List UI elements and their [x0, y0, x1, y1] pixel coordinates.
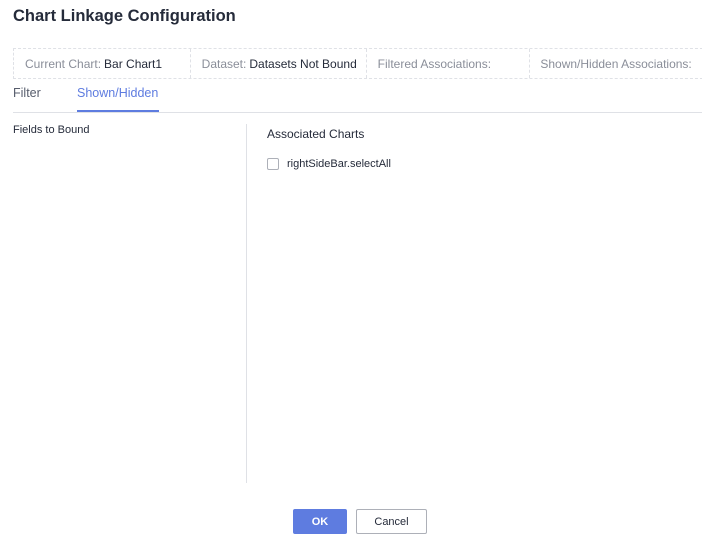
filtered-associations-info: Filtered Associations: [365, 49, 530, 78]
dataset-value: Datasets Not Bound [249, 56, 357, 71]
active-tab-indicator [77, 110, 159, 112]
pane-divider [246, 124, 247, 483]
current-chart-value: Bar Chart1 [104, 56, 163, 71]
ok-button[interactable]: OK [293, 509, 347, 534]
tab-shown-hidden[interactable]: Shown/Hidden [77, 86, 158, 100]
tab-bar: Filter Shown/Hidden [13, 80, 702, 113]
chart-info-bar: Current Chart: Bar Chart1 Dataset: Datas… [13, 48, 702, 79]
shown-hidden-associations-label: Shown/Hidden Associations: [540, 56, 692, 71]
dataset-label: Dataset: [201, 56, 247, 71]
filtered-associations-label: Filtered Associations: [377, 56, 492, 71]
checkbox-icon[interactable] [267, 158, 279, 170]
associated-chart-item[interactable]: rightSideBar.selectAll [267, 158, 391, 170]
shown-hidden-associations-info: Shown/Hidden Associations: [529, 49, 702, 78]
tab-filter[interactable]: Filter [13, 86, 41, 100]
dataset-info: Dataset: Datasets Not Bound [189, 49, 366, 78]
current-chart-label: Current Chart: [25, 56, 102, 71]
fields-to-bound-title: Fields to Bound [13, 124, 90, 136]
associated-chart-label: rightSideBar.selectAll [287, 158, 391, 170]
associated-charts-title: Associated Charts [267, 127, 365, 141]
current-chart-info: Current Chart: Bar Chart1 [14, 49, 190, 78]
dialog-title: Chart Linkage Configuration [13, 7, 236, 25]
cancel-button[interactable]: Cancel [356, 509, 427, 534]
